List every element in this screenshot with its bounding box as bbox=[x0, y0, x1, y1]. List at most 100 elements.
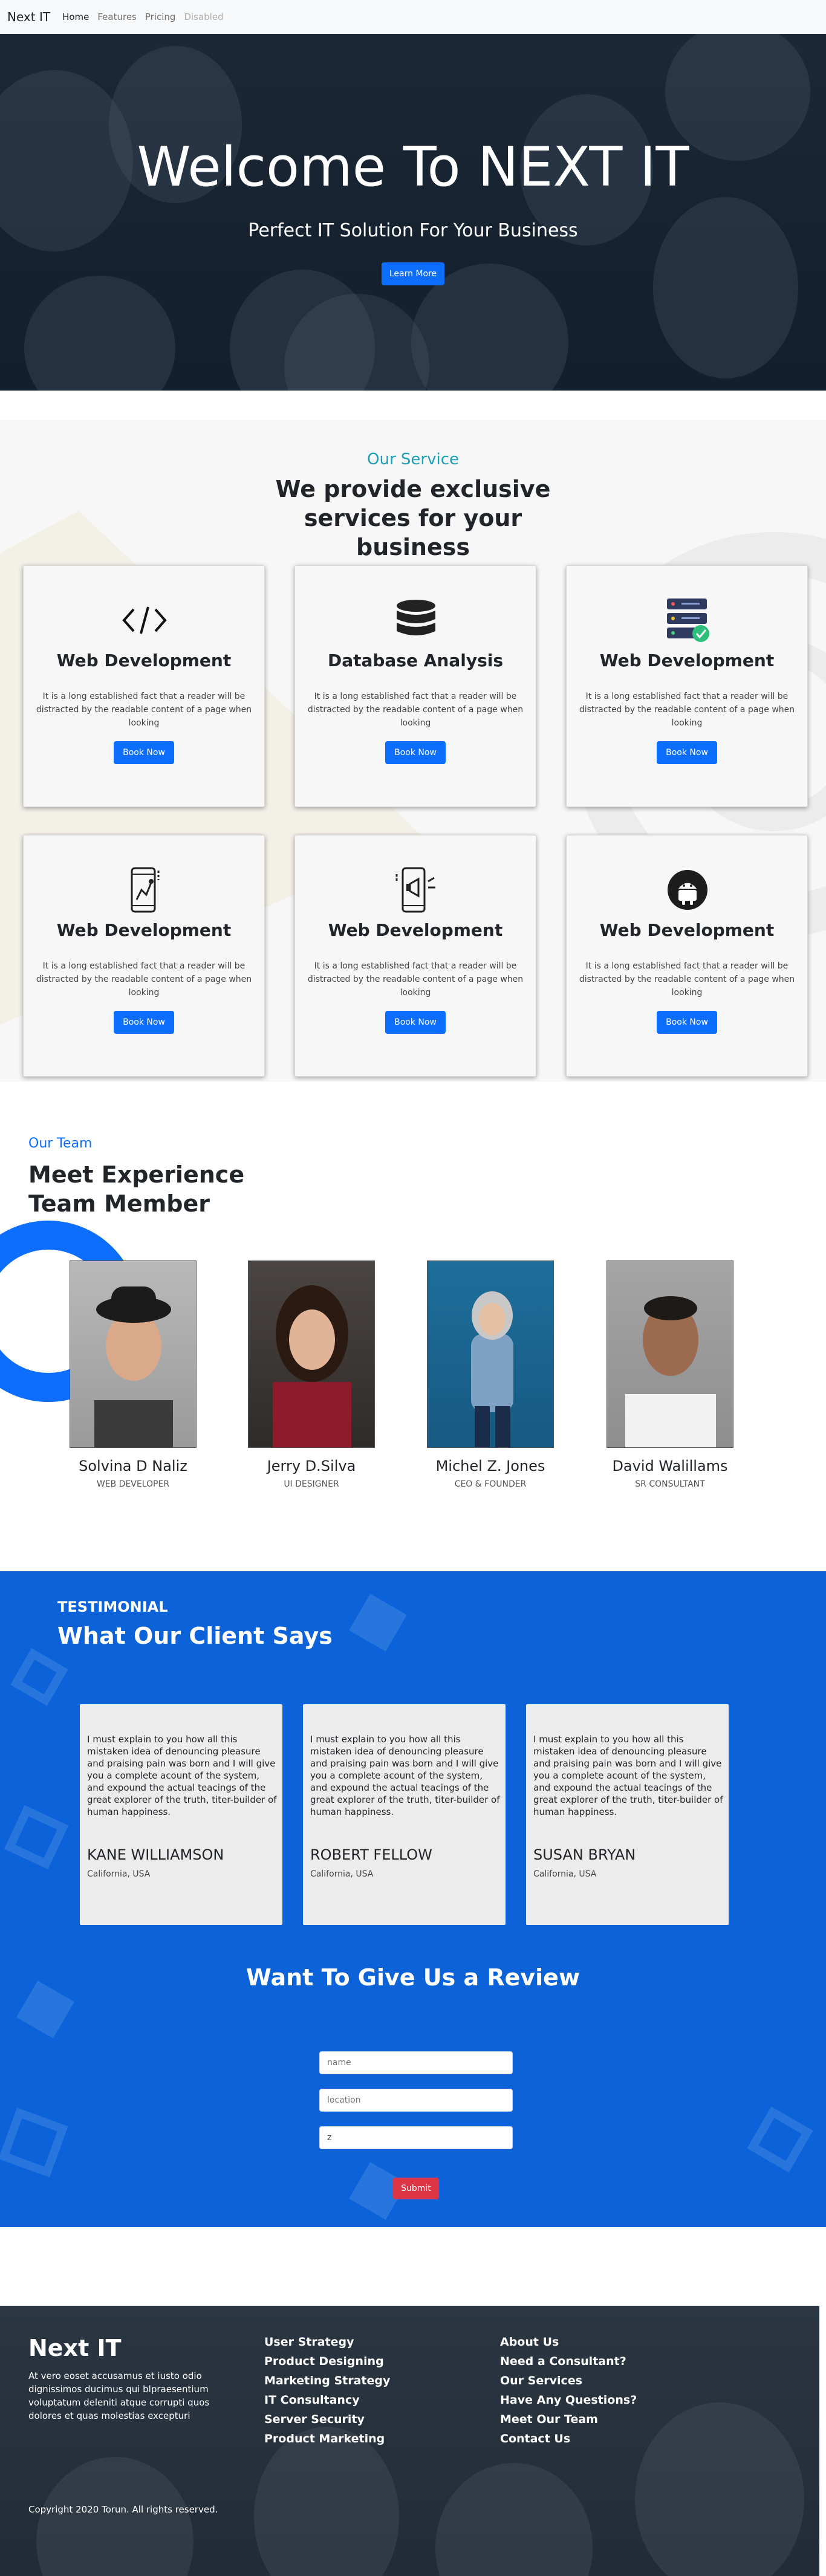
server-check-icon bbox=[663, 596, 712, 644]
service-card-text: It is a long established fact that a rea… bbox=[36, 692, 252, 728]
service-card: Web Development It is a long established… bbox=[294, 835, 536, 1077]
footer-background-figure bbox=[254, 2427, 399, 2576]
footer-link[interactable]: Product Designing bbox=[264, 2352, 390, 2371]
book-now-button[interactable]: Book Now bbox=[385, 741, 446, 764]
footer-link[interactable]: Have Any Questions? bbox=[500, 2390, 637, 2410]
testimonial-location: California, USA bbox=[533, 1869, 597, 1879]
footer-description: At vero eoset accusamus et iusto odio di… bbox=[28, 2370, 210, 2421]
testimonial-text: I must explain to you how all this mista… bbox=[533, 1734, 723, 1817]
team-member-photo bbox=[70, 1260, 197, 1448]
testimonial-section: TESTIMONIAL What Our Client Says I must … bbox=[0, 1571, 826, 2227]
decorative-square bbox=[747, 2106, 813, 2173]
mobile-megaphone-icon bbox=[392, 866, 440, 914]
service-card-text: It is a long established fact that a rea… bbox=[36, 961, 252, 998]
testimonial-heading: What Our Client Says bbox=[57, 1623, 333, 1649]
team-member-photo bbox=[248, 1260, 375, 1448]
decorative-square bbox=[349, 1594, 407, 1652]
decorative-square bbox=[4, 1805, 69, 1870]
team-heading: Meet Experience Team Member bbox=[28, 1161, 245, 1217]
database-icon bbox=[392, 596, 440, 644]
team-member-card: Michel Z. Jones CEO & FOUNDER bbox=[427, 1260, 554, 1489]
services-eyebrow: Our Service bbox=[367, 450, 459, 469]
book-now-button[interactable]: Book Now bbox=[114, 741, 174, 764]
hero-section: Welcome To NEXT IT Perfect IT Solution F… bbox=[0, 34, 826, 391]
service-card-text: It is a long established fact that a rea… bbox=[579, 961, 795, 998]
footer-link[interactable]: IT Consultancy bbox=[264, 2390, 390, 2410]
team-member-photo bbox=[427, 1260, 554, 1448]
team-member-role: CEO & FOUNDER bbox=[454, 1479, 527, 1489]
team-member-role: WEB DEVELOPER bbox=[96, 1479, 170, 1489]
service-card-text: It is a long established fact that a rea… bbox=[579, 692, 795, 728]
book-now-button[interactable]: Book Now bbox=[114, 1011, 174, 1034]
footer: Next IT At vero eoset accusamus et iusto… bbox=[0, 2306, 819, 2576]
name-input[interactable] bbox=[319, 2051, 513, 2074]
android-icon bbox=[663, 866, 712, 914]
footer-company-links: About Us Need a Consultant? Our Services… bbox=[500, 2332, 637, 2448]
team-member-name: Solvina D Naliz bbox=[79, 1458, 187, 1475]
service-card-text: It is a long established fact that a rea… bbox=[307, 692, 524, 728]
book-now-button[interactable]: Book Now bbox=[657, 741, 717, 764]
hero-subtitle: Perfect IT Solution For Your Business bbox=[248, 220, 578, 241]
service-card-text: It is a long established fact that a rea… bbox=[307, 961, 524, 998]
footer-link[interactable]: Contact Us bbox=[500, 2429, 637, 2448]
learn-more-button[interactable]: Learn More bbox=[382, 262, 444, 285]
service-card: Web Development It is a long established… bbox=[23, 565, 265, 807]
hero-title: Welcome To NEXT IT bbox=[137, 135, 689, 199]
service-card-title: Web Development bbox=[599, 920, 775, 940]
location-input[interactable] bbox=[319, 2089, 513, 2112]
review-heading: Want To Give Us a Review bbox=[246, 1964, 580, 1991]
team-member-role: UI DESIGNER bbox=[284, 1479, 339, 1489]
footer-services-links: User Strategy Product Designing Marketin… bbox=[264, 2332, 390, 2448]
footer-link[interactable]: Our Services bbox=[500, 2371, 637, 2390]
testimonial-eyebrow: TESTIMONIAL bbox=[57, 1598, 168, 1615]
services-section: Our Service We provide exclusive service… bbox=[0, 420, 826, 1082]
hero-background-figure bbox=[24, 276, 175, 391]
team-member-name: Michel Z. Jones bbox=[435, 1458, 545, 1475]
service-card-title: Web Development bbox=[328, 920, 503, 940]
footer-background-figure bbox=[36, 2457, 193, 2576]
testimonial-location: California, USA bbox=[310, 1869, 374, 1879]
service-card-title: Web Development bbox=[56, 650, 232, 670]
footer-link[interactable]: Server Security bbox=[264, 2410, 390, 2429]
nav-link-features[interactable]: Features bbox=[97, 11, 137, 22]
mobile-map-icon bbox=[120, 866, 169, 914]
service-card-title: Web Development bbox=[56, 920, 232, 940]
navbar-brand[interactable]: Next IT bbox=[7, 10, 50, 24]
team-member-card: Solvina D Naliz WEB DEVELOPER bbox=[70, 1260, 197, 1489]
testimonial-card: I must explain to you how all this mista… bbox=[80, 1704, 282, 1925]
footer-link[interactable]: Marketing Strategy bbox=[264, 2371, 390, 2390]
footer-link[interactable]: Need a Consultant? bbox=[500, 2352, 637, 2371]
footer-link[interactable]: Meet Our Team bbox=[500, 2410, 637, 2429]
footer-link[interactable]: Product Marketing bbox=[264, 2429, 390, 2448]
testimonial-text: I must explain to you how all this mista… bbox=[310, 1734, 500, 1817]
book-now-button[interactable]: Book Now bbox=[657, 1011, 717, 1034]
testimonial-name: ROBERT FELLOW bbox=[310, 1846, 432, 1863]
testimonial-name: SUSAN BRYAN bbox=[533, 1846, 636, 1863]
service-card: Web Development It is a long established… bbox=[566, 835, 808, 1077]
team-member-role: SR CONSULTANT bbox=[635, 1479, 705, 1489]
nav-link-disabled: Disabled bbox=[184, 11, 224, 22]
code-icon bbox=[120, 596, 169, 644]
copyright-text: Copyright 2020 Torun. All rights reserve… bbox=[28, 2504, 218, 2515]
footer-link[interactable]: User Strategy bbox=[264, 2332, 390, 2352]
testimonial-text: I must explain to you how all this mista… bbox=[87, 1734, 277, 1817]
testimonial-card: I must explain to you how all this mista… bbox=[303, 1704, 506, 1925]
service-card-title: Web Development bbox=[599, 650, 775, 670]
team-member-card: David Walillams SR CONSULTANT bbox=[606, 1260, 733, 1489]
team-eyebrow: Our Team bbox=[28, 1136, 93, 1151]
footer-background-figure bbox=[435, 2463, 593, 2576]
footer-background-figure bbox=[635, 2402, 804, 2576]
team-member-name: Jerry D.Silva bbox=[267, 1458, 356, 1475]
footer-link[interactable]: About Us bbox=[500, 2332, 637, 2352]
services-heading: We provide exclusive services for your b… bbox=[275, 476, 551, 560]
team-section: Our Team Meet Experience Team Member Sol… bbox=[0, 1082, 826, 1571]
team-member-photo bbox=[606, 1260, 733, 1448]
service-card-title: Database Analysis bbox=[327, 650, 504, 670]
book-now-button[interactable]: Book Now bbox=[385, 1011, 446, 1034]
nav-link-pricing[interactable]: Pricing bbox=[145, 11, 176, 22]
nav-link-home[interactable]: Home bbox=[62, 11, 89, 22]
service-card: Web Development It is a long established… bbox=[566, 565, 808, 807]
decorative-square bbox=[0, 2107, 68, 2178]
submit-button[interactable]: Submit bbox=[393, 2178, 439, 2199]
comment-input[interactable] bbox=[319, 2126, 513, 2149]
